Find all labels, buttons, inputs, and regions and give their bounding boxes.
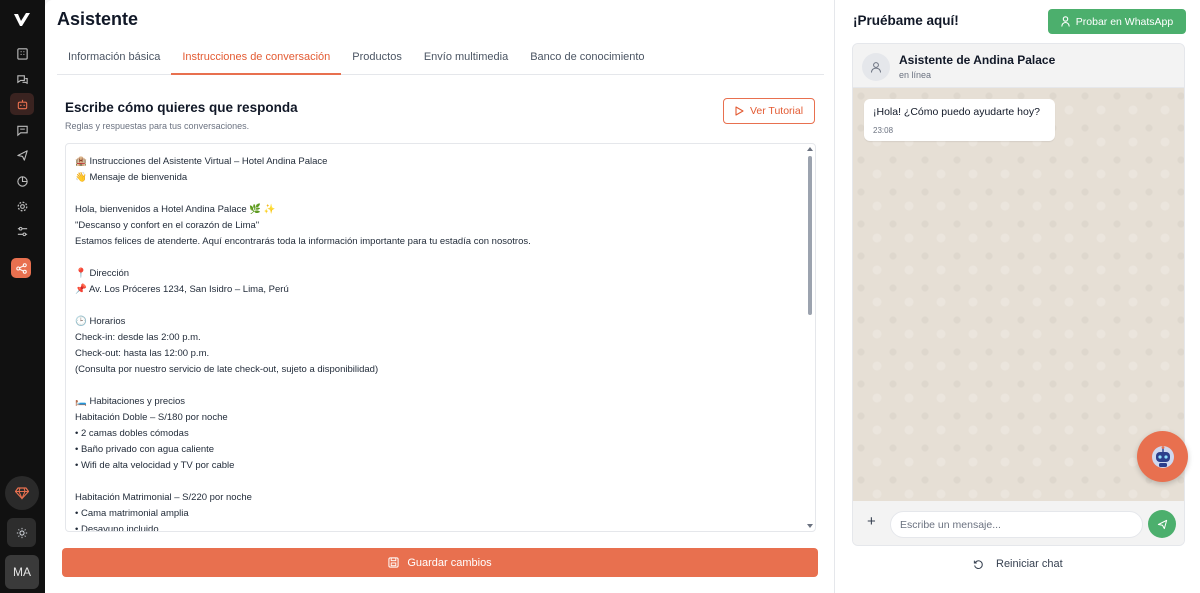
nav-settings[interactable]	[10, 195, 34, 217]
try-whatsapp-label: Probar en WhatsApp	[1075, 15, 1174, 28]
user-icon	[871, 62, 881, 73]
nav-integrations[interactable]	[10, 220, 34, 242]
reset-chat-label: Reiniciar chat	[996, 558, 1063, 570]
tab-knowledge-base[interactable]: Banco de conocimiento	[519, 44, 655, 75]
instructions-text: 🏨 Instrucciones del Asistente Virtual – …	[75, 156, 531, 532]
message-input[interactable]	[890, 511, 1143, 538]
message-time: 23:08	[873, 126, 894, 135]
bot-assistant-button[interactable]	[1137, 431, 1188, 482]
tab-basic-info[interactable]: Información básica	[57, 44, 171, 75]
editor-scrollbar[interactable]	[807, 147, 813, 528]
gem-icon	[15, 487, 29, 500]
attach-button[interactable]: +	[867, 514, 879, 529]
nav-analytics[interactable]	[10, 170, 34, 192]
chat-avatar	[862, 53, 890, 81]
chat-contact-status: en línea	[899, 70, 932, 80]
tab-conversation-instructions[interactable]: Instrucciones de conversación	[171, 44, 342, 75]
chat-input-bar: +	[853, 501, 1184, 545]
main-panel: Asistente Información básica Instruccion…	[45, 0, 834, 593]
view-tutorial-label: Ver Tutorial	[749, 105, 804, 117]
section-title: Escribe cómo quieres que responda	[65, 100, 298, 115]
chat-contact-name: Asistente de Andina Palace	[899, 53, 1056, 67]
chat-preview: Asistente de Andina Palace en línea ¡Hol…	[852, 43, 1185, 546]
save-changes-button[interactable]: Guardar cambios	[62, 548, 818, 577]
message-text: ¡Hola! ¿Cómo puedo ayudarte hoy?	[873, 106, 1040, 118]
send-icon	[1157, 519, 1167, 529]
pie-chart-icon	[16, 175, 28, 187]
scroll-thumb[interactable]	[808, 156, 812, 315]
save-changes-label: Guardar cambios	[407, 556, 492, 569]
send-button[interactable]	[1148, 510, 1176, 538]
try-whatsapp-button[interactable]: Probar en WhatsApp	[1048, 9, 1186, 34]
section-subtitle: Reglas y respuestas para tus conversacio…	[65, 121, 250, 131]
scroll-down-arrow[interactable]	[807, 524, 813, 528]
chat-header: Asistente de Andina Palace en línea	[853, 44, 1184, 88]
refresh-icon	[973, 559, 983, 569]
robot-icon	[1151, 445, 1174, 468]
gear-icon	[17, 201, 27, 211]
chat-bubbles-icon	[16, 74, 28, 84]
user-icon	[1061, 16, 1070, 27]
preview-title: ¡Pruébame aquí!	[853, 13, 959, 28]
upgrade-button[interactable]	[5, 476, 39, 510]
nav-messages[interactable]	[10, 119, 34, 141]
page-title: Asistente	[57, 9, 139, 29]
play-icon	[735, 106, 744, 116]
sidebar: MA	[0, 0, 45, 593]
bot-icon	[17, 99, 27, 109]
tab-products[interactable]: Productos	[341, 44, 413, 75]
nav-campaigns[interactable]	[10, 144, 34, 166]
nav-assistant[interactable]	[10, 93, 34, 115]
nav-conversations[interactable]	[10, 68, 34, 90]
message-bubble: ¡Hola! ¿Cómo puedo ayudarte hoy? 23:08	[864, 99, 1055, 141]
theme-toggle-button[interactable]	[7, 518, 36, 547]
view-tutorial-button[interactable]: Ver Tutorial	[723, 98, 815, 124]
instructions-textarea[interactable]: 🏨 Instrucciones del Asistente Virtual – …	[65, 143, 816, 532]
reset-chat-button[interactable]: Reiniciar chat	[973, 556, 1063, 572]
tab-multimedia[interactable]: Envío multimedia	[413, 44, 519, 75]
nav-buildings[interactable]	[10, 42, 34, 64]
user-avatar[interactable]: MA	[5, 555, 39, 589]
v-logo-icon[interactable]	[10, 9, 34, 31]
scroll-up-arrow[interactable]	[807, 147, 813, 151]
save-icon	[388, 557, 399, 568]
message-square-icon	[16, 125, 28, 136]
preview-panel: ¡Pruébame aquí! Probar en WhatsApp Asist…	[834, 0, 1200, 593]
sliders-icon	[17, 226, 27, 236]
send-icon	[16, 149, 28, 161]
buildings-icon	[16, 47, 28, 60]
tab-bar: Información básica Instrucciones de conv…	[57, 44, 824, 75]
share-icon	[15, 262, 27, 274]
chat-messages: ¡Hola! ¿Cómo puedo ayudarte hoy? 23:08	[853, 88, 1184, 501]
share-button[interactable]	[11, 258, 31, 278]
sun-icon	[16, 527, 27, 538]
